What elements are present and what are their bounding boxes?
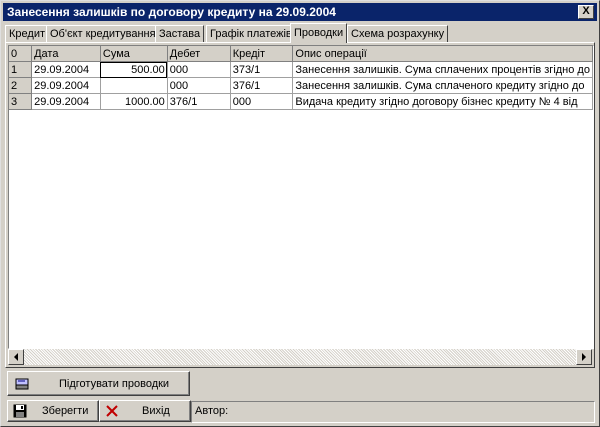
table-row[interactable]: 2 29.09.2004 000 376/1 Занесення залишкі… [9,77,593,94]
entries-grid[interactable]: 0 Дата Сума Дебет Кредіт Опис операції 1… [8,45,594,349]
window-title: Занесення залишків по договору кредиту н… [7,5,336,19]
table-row[interactable]: 3 29.09.2004 1000.00 376/1 000 Видача кр… [9,93,593,110]
horizontal-scrollbar[interactable] [8,349,592,365]
cell-credit[interactable]: 000 [230,93,294,110]
scroll-left-button[interactable] [8,349,24,365]
exit-label: Вихід [142,405,170,417]
col-header-credit[interactable]: Кредіт [230,46,294,62]
tab-credit-object[interactable]: Об'єкт кредитування [46,25,160,42]
cell-amount[interactable]: 1000.00 [100,93,168,110]
scroll-track[interactable] [24,349,576,365]
cell-date[interactable]: 29.09.2004 [31,93,101,110]
cell-description[interactable]: Видача кредиту згідно договору бізнес кр… [292,93,593,110]
prepare-entries-button[interactable]: Підготувати проводки [7,371,190,396]
table-row[interactable]: 1 29.09.2004 500.00 000 373/1 Занесення … [9,61,593,78]
author-label: Автор: [195,405,229,417]
cell-credit[interactable]: 376/1 [230,77,294,94]
tab-calculation-scheme[interactable]: Схема розрахунку [347,25,449,42]
exit-button[interactable]: Вихід [99,400,191,422]
cell-amount-editing[interactable]: 500.00 [100,61,168,78]
cell-date[interactable]: 29.09.2004 [31,61,101,78]
header-row: 0 Дата Сума Дебет Кредіт Опис операції [9,46,593,62]
cell-description[interactable]: Занесення залишків. Сума сплаченого кред… [292,77,593,94]
save-label: Зберегти [42,405,89,417]
col-header-debit[interactable]: Дебет [167,46,231,62]
cell-date[interactable]: 29.09.2004 [31,77,101,94]
floppy-disk-icon [13,404,27,418]
title-bar: Занесення залишків по договору кредиту н… [3,3,597,21]
cell-debit[interactable]: 000 [167,61,231,78]
cell-credit[interactable]: 373/1 [230,61,294,78]
close-button[interactable]: X [578,5,594,19]
tab-payment-schedule[interactable]: Графік платежів [206,25,296,42]
col-header-index[interactable]: 0 [9,46,33,62]
cell-amount[interactable] [100,77,168,94]
arrow-left-icon [14,353,18,361]
cell-description[interactable]: Занесення залишків. Сума сплачених проце… [292,61,593,78]
red-x-icon [106,405,118,417]
tab-collateral[interactable]: Застава [155,25,205,42]
row-number: 1 [9,61,33,78]
scroll-right-button[interactable] [576,349,592,365]
tab-credit[interactable]: Кредит [5,25,50,42]
tab-entries[interactable]: Проводки [290,23,348,43]
col-header-date[interactable]: Дата [31,46,101,62]
credit-balances-window: Занесення залишків по договору кредиту н… [0,0,600,427]
author-status-box: Автор: [191,401,595,423]
col-header-description[interactable]: Опис операції [292,46,593,62]
entries-panel: 0 Дата Сума Дебет Кредіт Опис операції 1… [5,42,595,368]
save-button[interactable]: Зберегти [7,400,99,422]
prepare-entries-label: Підготувати проводки [59,377,170,390]
cell-debit[interactable]: 000 [167,77,231,94]
col-header-amount[interactable]: Сума [100,46,168,62]
cell-debit[interactable]: 376/1 [167,93,231,110]
layers-icon [15,378,29,389]
row-number: 3 [9,93,33,110]
entries-table: 0 Дата Сума Дебет Кредіт Опис операції 1… [9,46,593,110]
arrow-right-icon [582,353,586,361]
row-number: 2 [9,77,33,94]
